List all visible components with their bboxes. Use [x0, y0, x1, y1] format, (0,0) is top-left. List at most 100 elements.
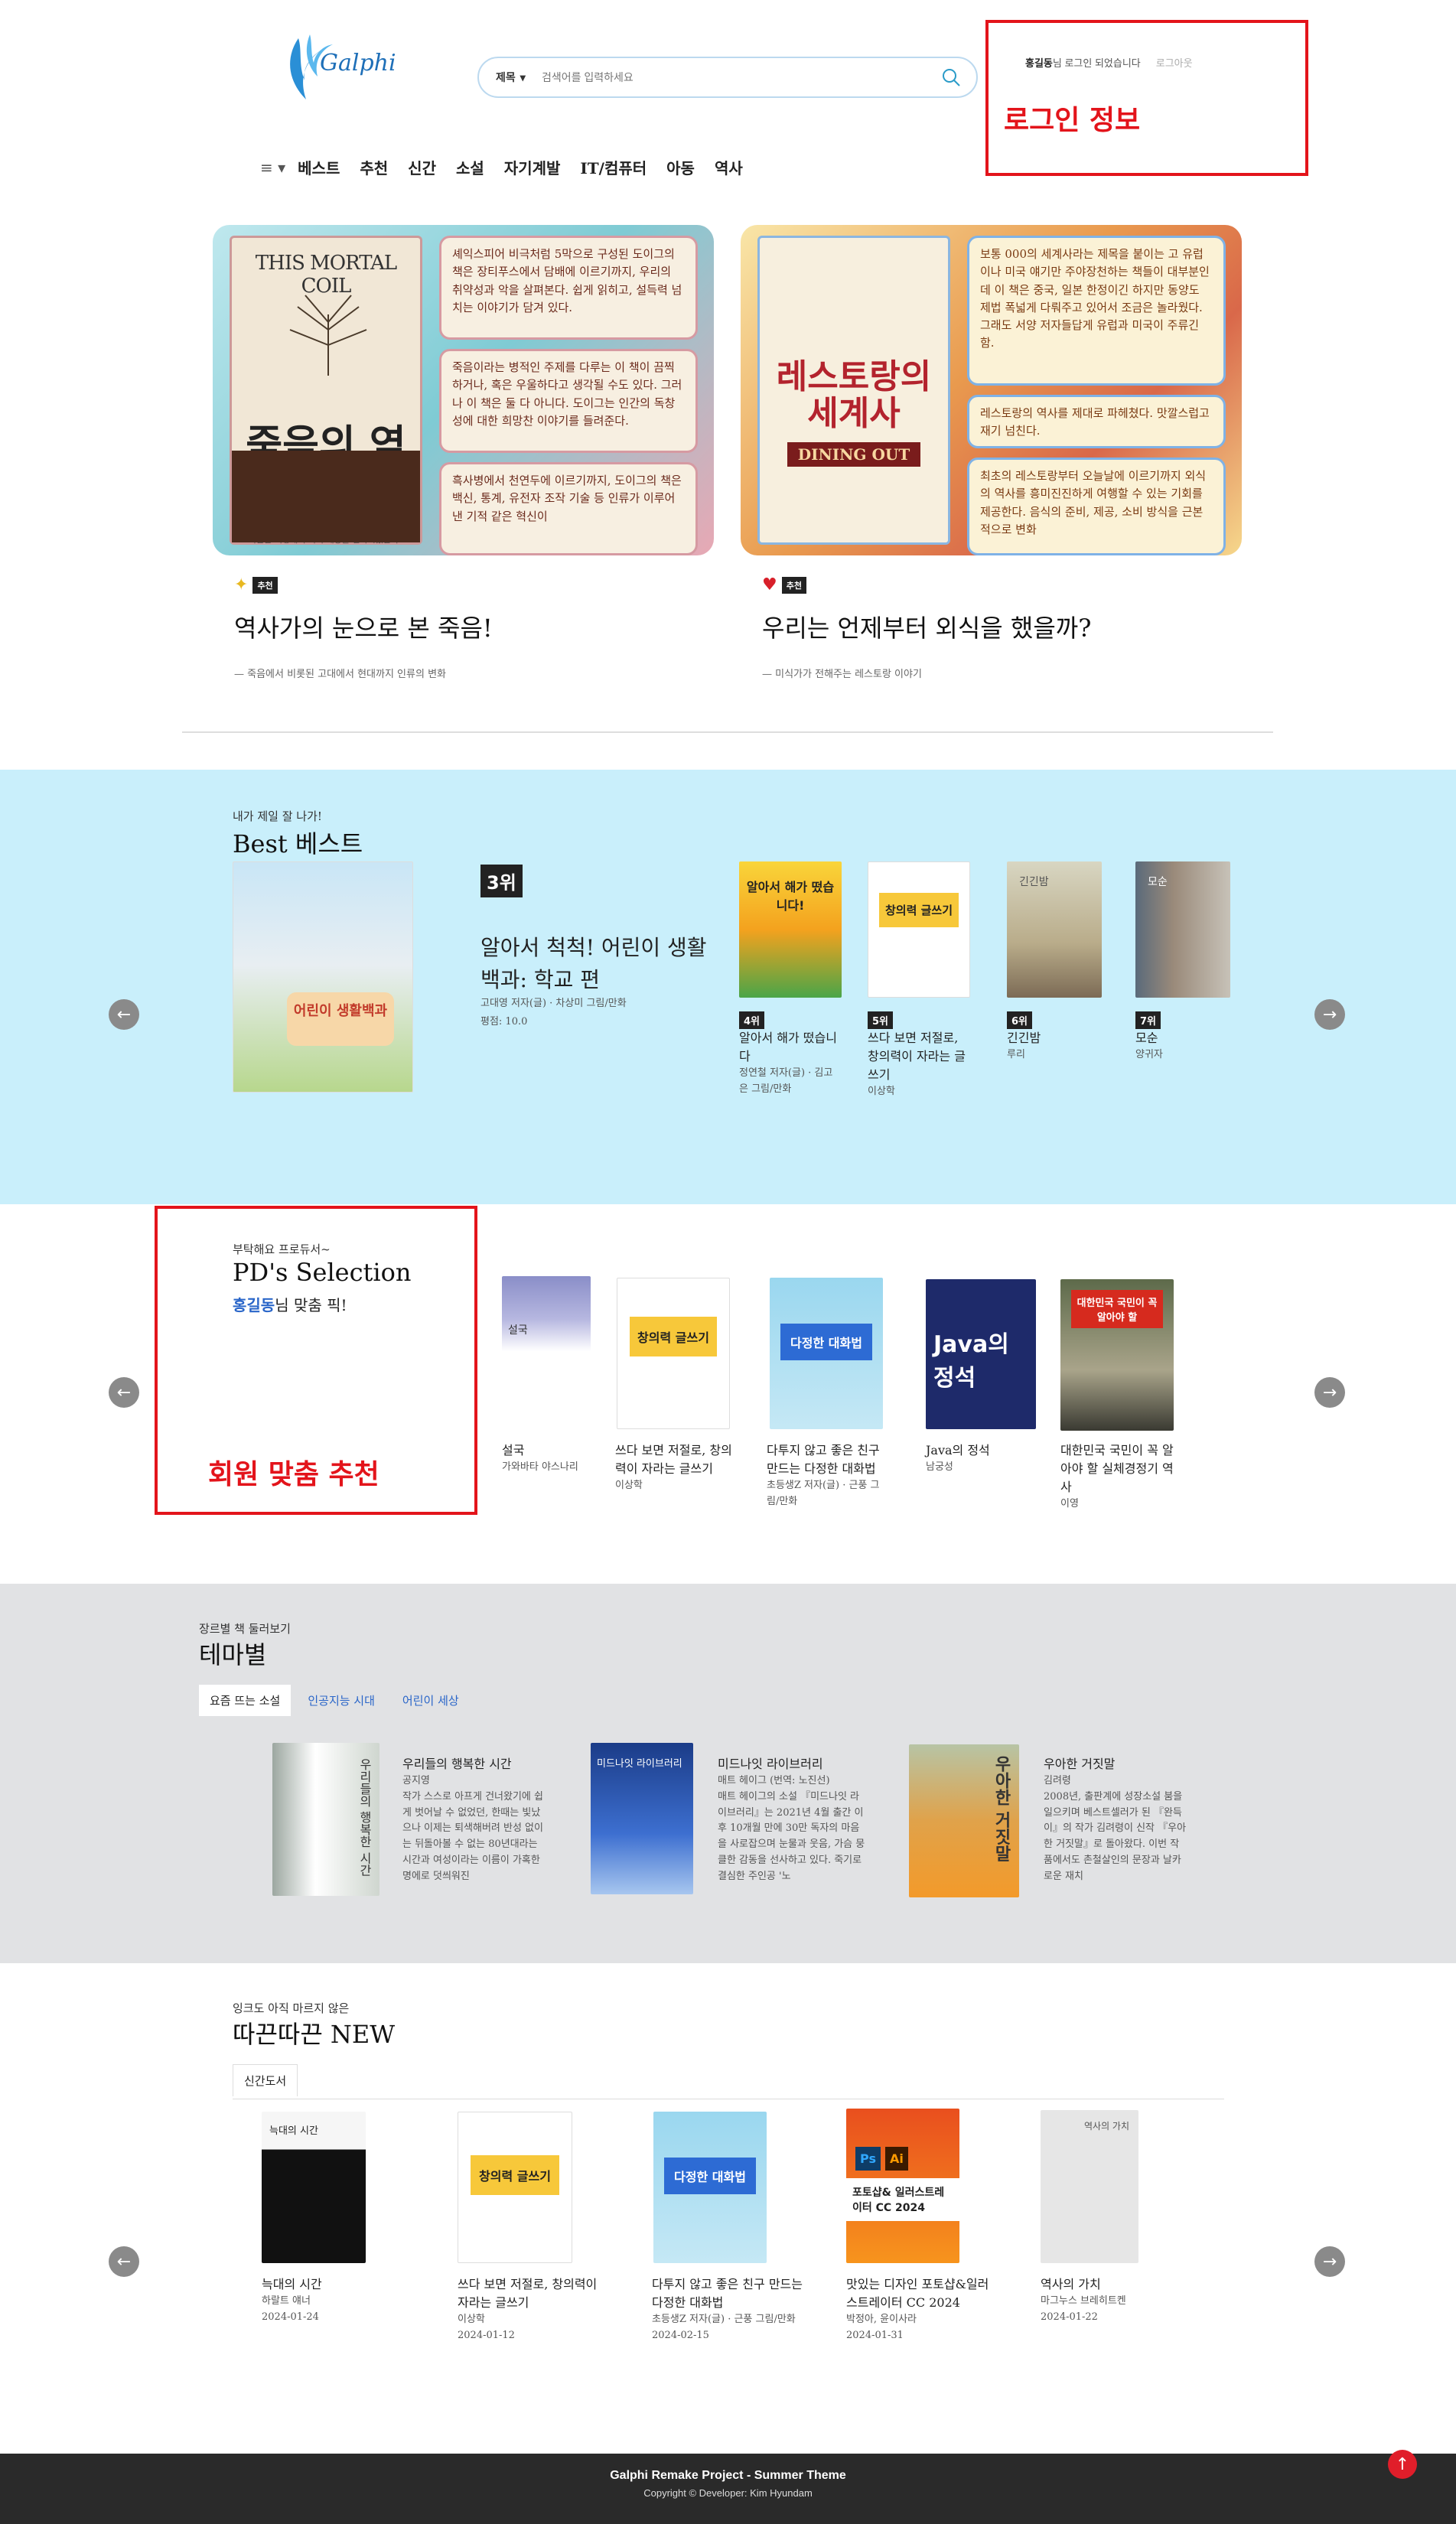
rank-badge: 4위 — [739, 1011, 765, 1029]
photoshop-icon: Ps — [855, 2147, 881, 2171]
nav-item-new[interactable]: 신간 — [408, 156, 436, 178]
cover-subtitle: DINING OUT — [787, 441, 921, 467]
list-item[interactable]: Java의 정석 남궁성 — [926, 1441, 1041, 1476]
book-author: 이상학 — [458, 2314, 485, 2325]
carousel-next-button[interactable]: → — [1314, 1377, 1345, 1408]
tree-illustration — [289, 295, 367, 376]
tab-trending-novels[interactable]: 요즘 뜨는 소설 — [199, 1685, 292, 1716]
cover-bottom-bar — [232, 451, 420, 542]
list-item[interactable]: 4위 알아서 해가 떴습니다 정연철 저자(글) · 김고은 그림/만화 — [739, 1011, 842, 1098]
book-cover[interactable]: 긴긴밤 — [1007, 861, 1102, 998]
book-cover[interactable]: 늑대의 시간 — [262, 2112, 366, 2263]
featured-book-cover[interactable]: 어린이 생활백과 — [233, 861, 413, 1093]
sparkle-icon: ✦ — [234, 575, 249, 594]
svg-text:Galphi: Galphi — [320, 50, 396, 77]
banner-restaurant-history[interactable]: 레스토랑의 세계사 DINING OUT 보통 000의 세계사라는 제목을 붙… — [741, 225, 1242, 555]
book-author: 양귀자 — [1135, 1049, 1163, 1060]
review-card: 셰익스피어 비극처럼 5막으로 구성된 도이그의 책은 장티푸스에서 담배에 이… — [439, 236, 698, 340]
banner-death-history[interactable]: THIS MORTAL COIL 죽음의 역사 죽음은 어떻게 우리의 세상을 … — [213, 225, 714, 555]
review-card: 흑사병에서 천연두에 이르기까지, 도이그의 책은 백신, 통계, 유전자 조작… — [439, 462, 698, 555]
book-cover[interactable]: 창의력 글쓰기 — [458, 2112, 572, 2263]
list-item[interactable]: 6위 긴긴밤 루리 — [1007, 1011, 1109, 1063]
book-cover[interactable]: 우리들의 행복한 시간 — [272, 1743, 379, 1896]
nav-item-novel[interactable]: 소설 — [456, 156, 484, 178]
book-cover[interactable]: 창의력 글쓰기 — [868, 861, 970, 998]
chevron-down-icon: ▾ — [520, 70, 526, 83]
list-item[interactable]: 다투지 않고 좋은 친구 만드는 다정한 대화법 초등생Z 저자(글) · 근풍 … — [652, 2275, 805, 2344]
book-title: 늑대의 시간 — [262, 2277, 322, 2291]
search-scope-select[interactable]: 제목 ▾ — [496, 70, 542, 85]
rank-badge: 6위 — [1007, 1011, 1033, 1029]
list-item[interactable]: 맛있는 디자인 포토샵&일러스트레이터 CC 2024 박정아, 윤이사라 2024… — [846, 2275, 999, 2344]
menu-icon[interactable]: ≡ ▾ — [260, 158, 285, 177]
nav-item-best[interactable]: 베스트 — [298, 156, 340, 178]
book-date: 2024-01-31 — [846, 2329, 904, 2341]
book-title: 모순 — [1135, 1031, 1158, 1045]
divider — [182, 731, 1273, 733]
book-cover[interactable]: 창의력 글쓰기 — [617, 1278, 730, 1429]
book-cover[interactable]: 설국 — [502, 1276, 591, 1383]
book-author: 이영 — [1060, 1498, 1079, 1510]
carousel-prev-button[interactable]: ← — [109, 1377, 139, 1408]
book-title: 알아서 해가 떴습니다 — [739, 1031, 837, 1063]
list-item[interactable]: 다투지 않고 좋은 친구 만드는 다정한 대화법초등생Z 저자(글) · 근풍 … — [767, 1441, 889, 1510]
galphi-logo[interactable]: Galphi — [275, 23, 398, 107]
book-cover[interactable]: 우아한 거짓말 — [909, 1744, 1019, 1897]
list-item[interactable]: 7위 모순 양귀자 — [1135, 1011, 1230, 1063]
book-cover[interactable]: Java의 정석 — [926, 1279, 1036, 1429]
book-author: 정연철 저자(글) · 김고은 그림/만화 — [739, 1067, 833, 1095]
banner-subtitle: — 죽음에서 비롯된 고대에서 현대까지 인류의 변화 — [234, 669, 446, 680]
book-date: 2024-01-22 — [1041, 2311, 1098, 2323]
carousel-next-button[interactable]: → — [1314, 999, 1345, 1030]
list-item[interactable]: 설국 가와바타 야스나리 — [502, 1441, 609, 1476]
book-date: 2024-01-24 — [262, 2311, 319, 2323]
nav-item-it[interactable]: IT/컴퓨터 — [580, 156, 647, 178]
list-item[interactable]: 미드나잇 라이브러리 매트 헤이그 (번역: 노진선) 매트 헤이그의 소설 『… — [718, 1755, 868, 1891]
carousel-next-button[interactable]: → — [1314, 2246, 1345, 2277]
book-title: 우리들의 행복한 시간 — [402, 1757, 512, 1771]
banner-title[interactable]: 역사가의 눈으로 본 죽음! — [234, 609, 493, 644]
book-title: 다투지 않고 좋은 친구 만드는 다정한 대화법 — [767, 1443, 880, 1476]
book-cover[interactable]: 모순 — [1135, 861, 1230, 998]
book-author: 이상학 — [615, 1480, 643, 1491]
footer-copyright: Copyright © Developer: Kim Hyundam — [643, 2487, 813, 2499]
book-cover[interactable]: Ps Ai 포토샵& 일러스트레이터 CC 2024 — [846, 2109, 959, 2263]
tab-new-books[interactable]: 신간도서 — [233, 2064, 298, 2096]
book-cover[interactable]: 다정한 대화법 — [770, 1278, 883, 1429]
banner-title[interactable]: 우리는 언제부터 외식을 했을까? — [762, 609, 1091, 644]
arrow-up-icon: ↑ — [1395, 2454, 1410, 2474]
list-item[interactable]: 우아한 거짓말 김려령 2008년, 출판계에 성장소설 붐을 일으키며 베스트… — [1044, 1755, 1187, 1891]
book-cover[interactable]: 역사의 가치 — [1041, 2110, 1138, 2263]
review-card: 보통 000의 세계사라는 제목을 붙이는 고 유럽이나 미국 얘기만 주야장천… — [967, 236, 1226, 386]
book-author: 초등생Z 저자(글) · 근풍 그림/만화 — [767, 1480, 880, 1507]
nav-item-recommend[interactable]: 추천 — [360, 156, 388, 178]
book-title: 쓰다 보면 저절로, 창의력이 자라는 글쓰기 — [458, 2277, 598, 2310]
book-title: Java의 정석 — [926, 1443, 990, 1457]
list-item[interactable]: 5위 쓰다 보면 저절로, 창의력이 자라는 글쓰기 이상학 — [868, 1011, 970, 1100]
book-title: 다투지 않고 좋은 친구 만드는 다정한 대화법 — [652, 2277, 803, 2310]
nav-item-kids[interactable]: 아동 — [666, 156, 695, 178]
tab-ai-era[interactable]: 인공지능 시대 — [297, 1685, 386, 1716]
featured-title[interactable]: 알아서 척척! 어린이 생활 백과: 학교 편 — [480, 932, 718, 996]
book-cover[interactable]: 미드나잇 라이브러리 — [591, 1743, 693, 1894]
book-author: 하랄트 얘너 — [262, 2295, 311, 2307]
scroll-top-button[interactable]: ↑ — [1388, 2450, 1417, 2479]
book-cover[interactable]: 대한민국 국민이 꼭 알아야 할 — [1060, 1279, 1174, 1431]
list-item[interactable]: 대한민국 국민이 꼭 알아야 할 실체경정기 역사 이영 — [1060, 1441, 1183, 1513]
list-item[interactable]: 쓰다 보면 저절로, 창의력이 자라는 글쓰기 이상학 — [615, 1441, 738, 1494]
book-title: 우아한 거짓말 — [1044, 1757, 1116, 1771]
tag-badge: 추천 — [252, 576, 278, 594]
list-item[interactable]: 역사의 가치 마그누스 브레히트켄 2024-01-22 — [1041, 2275, 1194, 2326]
nav-item-self-help[interactable]: 자기계발 — [504, 156, 561, 178]
carousel-prev-button[interactable]: ← — [109, 999, 139, 1030]
list-item[interactable]: 늑대의 시간하랄트 얘너 2024-01-24 — [262, 2275, 415, 2326]
list-item[interactable]: 쓰다 보면 저절로, 창의력이 자라는 글쓰기 이상학 2024-01-12 — [458, 2275, 611, 2344]
nav-item-history[interactable]: 역사 — [715, 156, 743, 178]
search-icon[interactable] — [940, 66, 963, 89]
search-input[interactable] — [542, 71, 940, 83]
tab-kids-world[interactable]: 어린이 세상 — [392, 1685, 470, 1716]
book-cover[interactable]: 알아서 해가 떴습니다! — [739, 861, 842, 998]
list-item[interactable]: 우리들의 행복한 시간 공지영 작가 스스로 아프게 건너왔기에 쉽게 벗어날 … — [402, 1755, 546, 1891]
book-cover[interactable]: 다정한 대화법 — [653, 2112, 767, 2263]
carousel-prev-button[interactable]: ← — [109, 2246, 139, 2277]
